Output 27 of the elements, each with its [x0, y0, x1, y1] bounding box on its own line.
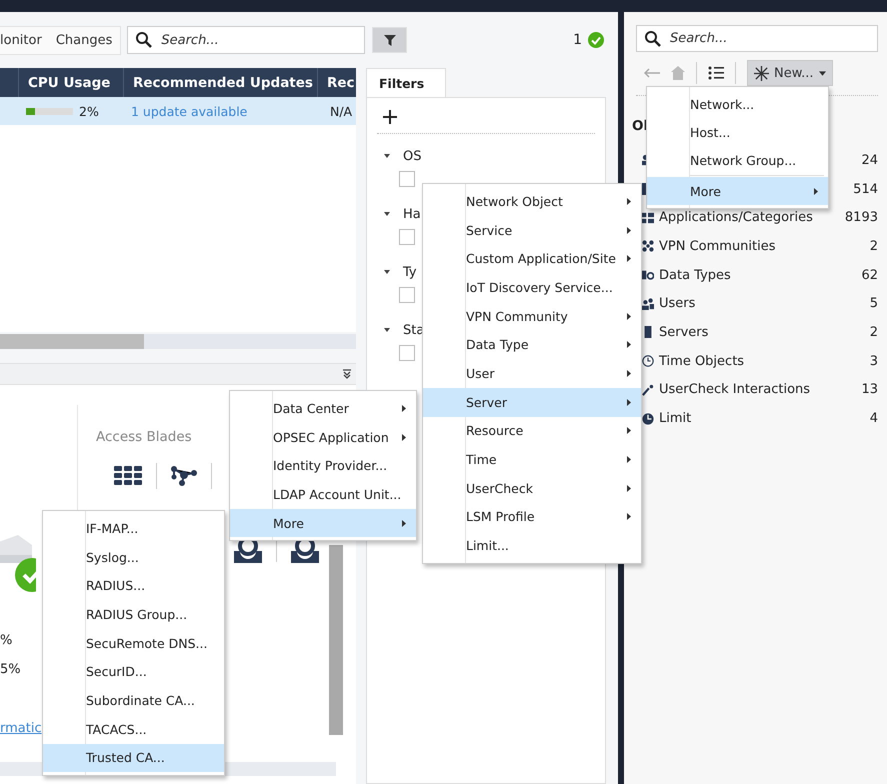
category-label: UserCheck Interactions — [659, 382, 812, 398]
category-label: Applications/Categories — [659, 210, 814, 226]
filter-group-label: OS — [403, 148, 422, 164]
category-count: 2 — [870, 324, 878, 340]
category-count: 5 — [870, 296, 878, 312]
section-title: Access Blades — [96, 429, 192, 445]
filter-group-label: Ty — [403, 264, 417, 280]
filter-group-label: Ha — [403, 206, 421, 222]
category-label: Time Objects — [659, 354, 746, 369]
table-cell: N/A — [330, 104, 352, 118]
category-label: VPN Communities — [659, 238, 777, 254]
category-label: Data Types — [659, 268, 732, 283]
category-count: 13 — [861, 382, 878, 398]
category-count: 514 — [853, 182, 878, 197]
cpu-reading: 2% — [79, 104, 99, 118]
stat-value: 5% — [0, 662, 21, 677]
category-count: 3 — [870, 354, 878, 369]
category-label: Users — [659, 296, 696, 312]
category-label: Servers — [659, 324, 710, 340]
category-count: 24 — [861, 152, 878, 168]
category-count: 2 — [870, 238, 878, 254]
category-count: 4 — [870, 411, 878, 426]
status-count: 1 — [573, 32, 582, 48]
category-count: 62 — [861, 268, 878, 283]
category-count: 8193 — [844, 210, 878, 226]
category-label: Limit — [659, 411, 692, 426]
stat-value: % — [0, 633, 12, 648]
